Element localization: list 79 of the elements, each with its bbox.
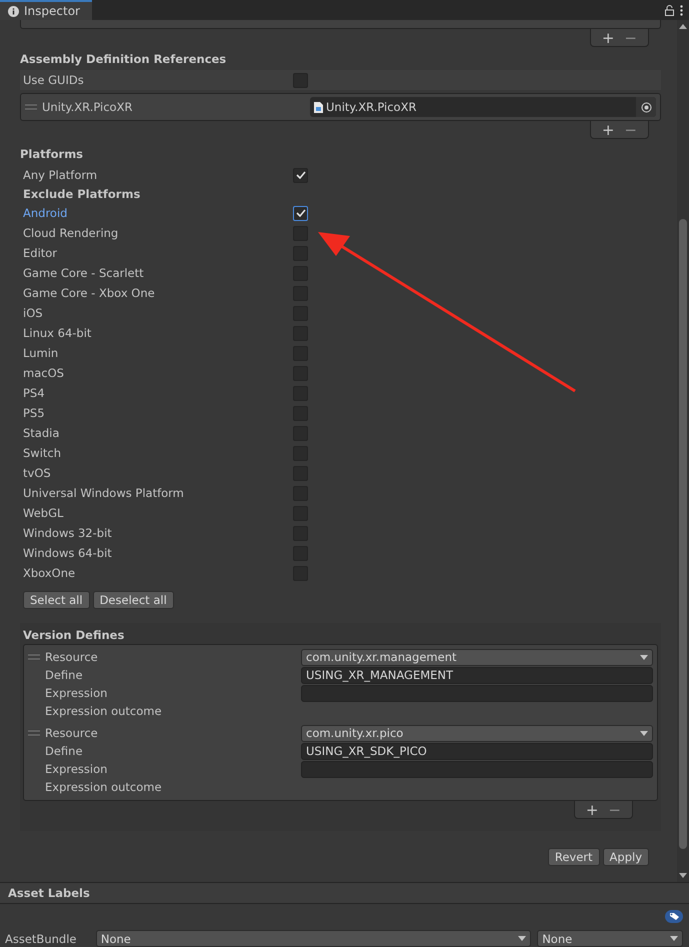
platform-label: WebGL — [23, 506, 64, 520]
inspector-tab[interactable]: Inspector — [0, 0, 92, 20]
apply-button[interactable]: Apply — [602, 848, 649, 866]
checkbox[interactable] — [293, 72, 308, 88]
tab-title: Inspector — [24, 4, 80, 18]
add-button[interactable]: + — [596, 29, 620, 46]
object-field[interactable]: Unity.XR.PicoXR — [310, 97, 656, 117]
scroll-down-icon[interactable] — [679, 873, 687, 878]
field-label: Any Platform — [23, 168, 98, 182]
platform-label: Editor — [23, 246, 58, 260]
platform-label: PS4 — [23, 386, 46, 400]
platform-label: XboxOne — [23, 566, 76, 580]
platform-label: Switch — [23, 446, 62, 460]
lock-icon[interactable] — [665, 4, 674, 16]
deselect-all-button[interactable]: Deselect all — [92, 591, 174, 609]
more-menu-icon[interactable] — [680, 4, 683, 16]
platform-label: Universal Windows Platform — [23, 486, 185, 500]
platform-label: Windows 32-bit — [23, 526, 113, 540]
platform-label: PS5 — [23, 406, 46, 420]
scroll-up-icon[interactable] — [679, 24, 687, 29]
section-heading: Assembly Definition References — [19, 51, 228, 68]
platform-label: Linux 64-bit — [23, 326, 92, 340]
field-label: Resource — [45, 726, 98, 740]
section-heading: Version Defines — [22, 627, 126, 644]
platform-label: iOS — [23, 306, 44, 320]
platform-label: macOS — [23, 366, 65, 380]
platform-label: Stadia — [23, 426, 60, 440]
field-label: Expression outcome — [44, 704, 163, 718]
reference-name: Unity.XR.PicoXR — [42, 100, 134, 114]
caret-icon — [640, 654, 648, 660]
caret-icon — [670, 936, 678, 941]
subsection-heading: Exclude Platforms — [23, 187, 142, 201]
platform-label: Game Core - Xbox One — [23, 286, 156, 300]
add-button[interactable]: + — [596, 121, 620, 138]
scrollbar[interactable] — [677, 20, 689, 882]
remove-button[interactable]: − — [619, 29, 642, 46]
file-icon — [314, 102, 323, 112]
field-label: Expression outcome — [44, 780, 163, 794]
revert-button[interactable]: Revert — [548, 848, 600, 866]
field-label: Define — [44, 668, 84, 682]
platform-label: Game Core - Scarlett — [23, 266, 145, 280]
add-button[interactable]: + — [580, 801, 604, 818]
define-field[interactable]: USING_XR_SDK_PICO — [301, 742, 653, 760]
expression-field[interactable] — [301, 684, 653, 702]
check-icon — [296, 209, 306, 217]
field-label: AssetBundle — [5, 932, 78, 946]
field-label: Expression — [44, 686, 108, 700]
field-label: Use GUIDs — [23, 73, 85, 87]
checkbox[interactable] — [293, 206, 308, 220]
check-icon — [296, 171, 306, 179]
variant-dropdown[interactable]: None — [537, 930, 683, 947]
resource-dropdown[interactable]: com.unity.xr.pico — [301, 724, 653, 742]
platform-label: Windows 64-bit — [23, 546, 113, 560]
expression-field[interactable] — [301, 760, 653, 778]
asset-bundle-dropdown[interactable]: None — [96, 930, 532, 947]
resource-dropdown[interactable]: com.unity.xr.management — [301, 648, 653, 666]
object-picker-icon[interactable] — [640, 102, 652, 112]
reference-item[interactable]: Unity.XR.PicoXR Unity.XR.PicoXR — [20, 93, 661, 121]
platform-label: Cloud Rendering — [23, 226, 120, 240]
remove-button[interactable]: − — [619, 121, 642, 138]
field-label: Expression — [44, 762, 108, 776]
drag-handle-icon[interactable] — [28, 654, 40, 660]
section-heading: Asset Labels — [8, 886, 90, 900]
define-field[interactable]: USING_XR_MANAGEMENT — [301, 666, 653, 684]
platform-label: tvOS — [23, 466, 52, 480]
checkbox[interactable] — [293, 168, 308, 182]
caret-icon — [640, 730, 648, 736]
platform-label: Lumin — [23, 346, 60, 360]
section-heading: Platforms — [19, 146, 84, 163]
field-label: Define — [44, 744, 84, 758]
platform-label: Android — [23, 206, 68, 220]
remove-button[interactable]: − — [603, 801, 626, 818]
drag-handle-icon[interactable] — [28, 730, 40, 736]
select-all-button[interactable]: Select all — [23, 591, 90, 609]
drag-handle-icon[interactable] — [25, 104, 37, 110]
caret-icon — [518, 936, 526, 941]
tag-icon[interactable] — [665, 910, 683, 923]
field-label: Resource — [45, 650, 98, 664]
info-icon — [8, 6, 19, 16]
